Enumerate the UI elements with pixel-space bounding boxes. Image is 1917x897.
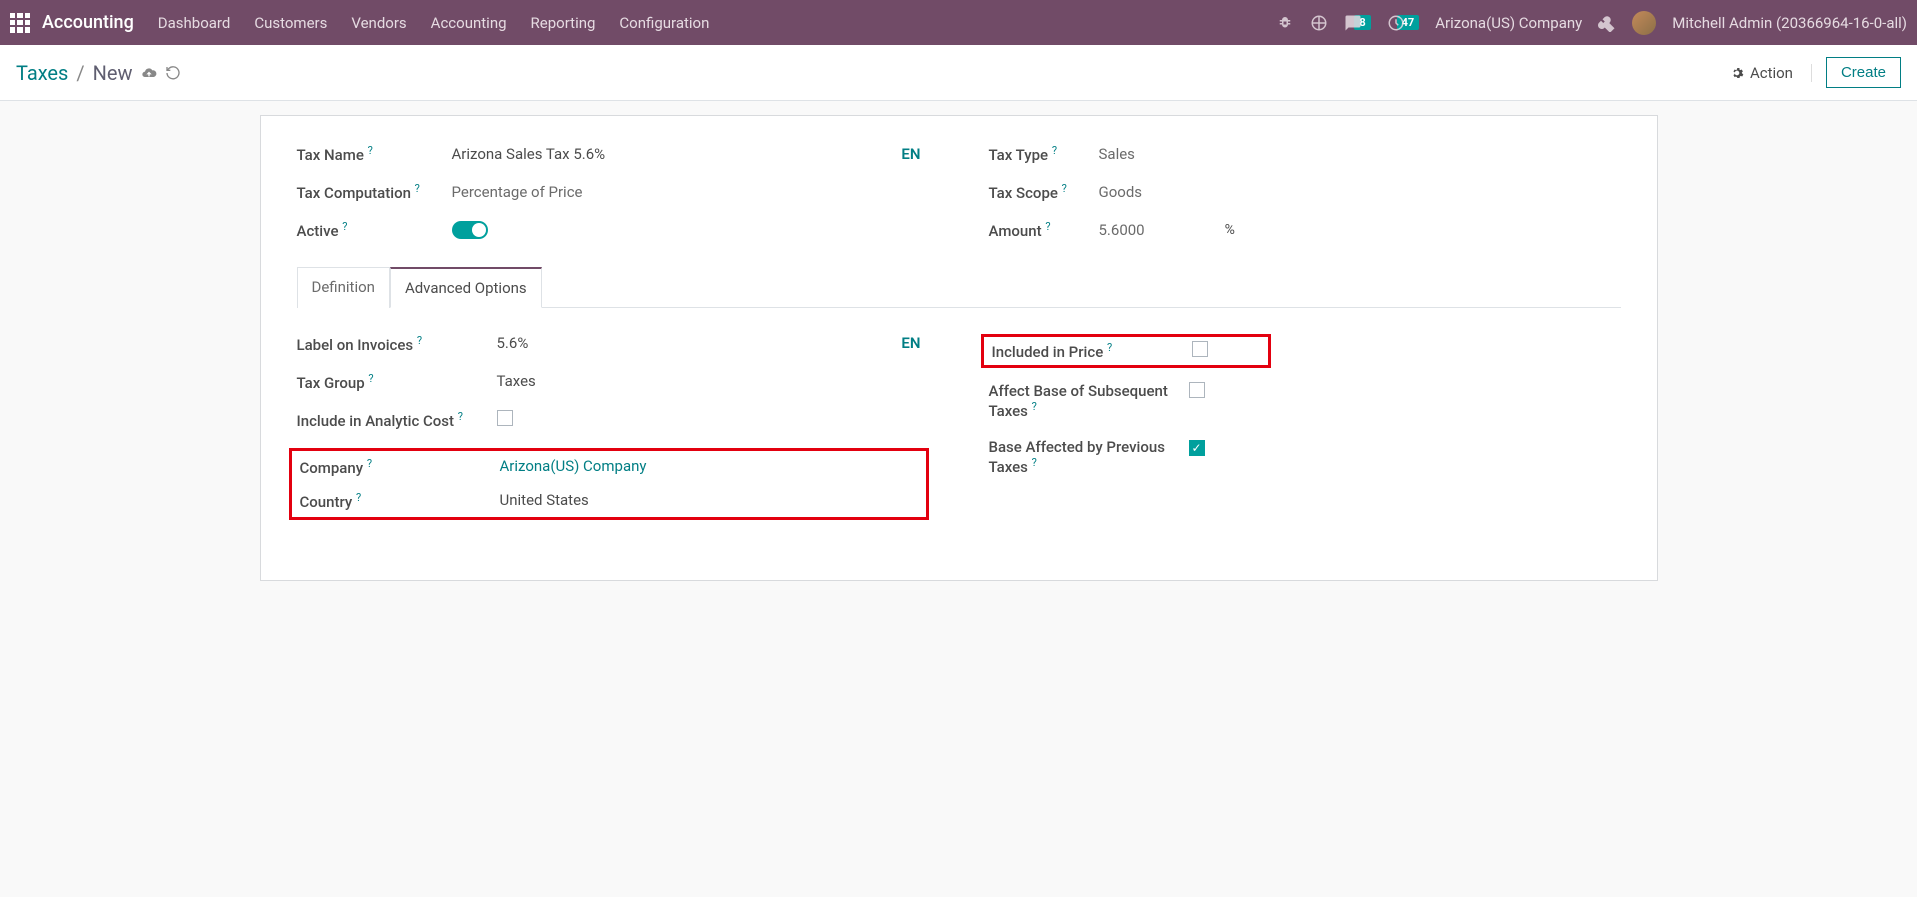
menu-vendors[interactable]: Vendors — [351, 14, 406, 32]
breadcrumb-parent[interactable]: Taxes — [16, 61, 68, 85]
menu-dashboard[interactable]: Dashboard — [158, 14, 231, 32]
action-button[interactable]: Action — [1730, 64, 1812, 82]
debug-icon[interactable] — [1276, 14, 1294, 32]
control-panel: Taxes / New Action Create — [0, 45, 1917, 101]
tax-computation-label: Tax Computation — [297, 184, 411, 202]
tax-scope-select[interactable]: Goods — [1099, 183, 1621, 201]
company-switcher[interactable]: Arizona(US) Company — [1435, 14, 1582, 32]
include-analytic-label: Include in Analytic Cost — [297, 412, 455, 430]
menu-accounting[interactable]: Accounting — [431, 14, 507, 32]
form-sheet: Tax Name ? Arizona Sales Tax 5.6% EN Tax… — [260, 115, 1658, 581]
breadcrumb-current: New — [93, 61, 133, 85]
tax-name-input[interactable]: Arizona Sales Tax 5.6% — [452, 145, 902, 163]
lang-badge-2[interactable]: EN — [901, 334, 920, 352]
included-price-checkbox[interactable] — [1192, 341, 1208, 357]
gear-icon — [1730, 66, 1744, 80]
label-invoices-label: Label on Invoices — [297, 336, 414, 354]
clock-icon[interactable] — [1387, 14, 1405, 32]
top-navbar: Accounting Dashboard Customers Vendors A… — [0, 0, 1917, 45]
breadcrumb: Taxes / New — [16, 61, 181, 85]
active-label: Active — [297, 222, 339, 240]
tax-type-label: Tax Type — [989, 146, 1049, 164]
include-analytic-checkbox[interactable] — [497, 410, 513, 426]
avatar[interactable] — [1632, 11, 1656, 35]
amount-label: Amount — [989, 222, 1042, 240]
active-toggle[interactable] — [452, 221, 488, 239]
tab-definition[interactable]: Definition — [297, 267, 390, 308]
menu-configuration[interactable]: Configuration — [619, 14, 709, 32]
tab-advanced-options[interactable]: Advanced Options — [390, 267, 542, 308]
apps-icon[interactable] — [10, 13, 30, 33]
company-link[interactable]: Arizona(US) Company — [500, 457, 918, 475]
panel-actions: Action Create — [1730, 57, 1901, 88]
amount-unit: % — [1225, 222, 1235, 238]
cloud-save-icon[interactable] — [141, 65, 157, 81]
amount-input[interactable]: 5.6000 — [1099, 221, 1145, 239]
tax-scope-label: Tax Scope — [989, 184, 1058, 202]
app-brand: Accounting — [42, 12, 134, 33]
country-select[interactable]: United States — [500, 491, 918, 509]
tax-group-label: Tax Group — [297, 374, 365, 392]
tools-icon[interactable] — [1598, 14, 1616, 32]
highlight-company-country: Company ? Arizona(US) Company Country ? … — [289, 448, 929, 520]
lang-badge[interactable]: EN — [901, 145, 920, 163]
create-button[interactable]: Create — [1826, 57, 1901, 88]
label-invoices-input[interactable]: 5.6% — [497, 334, 902, 352]
menu-customers[interactable]: Customers — [254, 14, 327, 32]
support-icon[interactable] — [1310, 14, 1328, 32]
navbar-right: 8 47 Arizona(US) Company Mitchell Admin … — [1276, 11, 1907, 35]
highlight-included-price: Included in Price ? — [981, 334, 1271, 368]
main-menu: Dashboard Customers Vendors Accounting R… — [158, 14, 710, 32]
country-label: Country — [300, 493, 353, 511]
tax-name-label: Tax Name — [297, 146, 364, 164]
messages-icon[interactable] — [1344, 14, 1362, 32]
affect-base-checkbox[interactable] — [1189, 382, 1205, 398]
base-affected-label: Base Affected by Previous Taxes — [989, 438, 1165, 476]
included-price-label: Included in Price — [992, 343, 1104, 361]
tax-computation-select[interactable]: Percentage of Price — [452, 183, 929, 201]
base-affected-checkbox[interactable]: ✓ — [1189, 440, 1205, 456]
tax-group-select[interactable]: Taxes — [497, 372, 929, 390]
menu-reporting[interactable]: Reporting — [531, 14, 596, 32]
tax-type-select[interactable]: Sales — [1099, 145, 1621, 163]
company-label: Company — [300, 459, 364, 477]
user-menu[interactable]: Mitchell Admin (20366964-16-0-all) — [1672, 14, 1907, 32]
discard-icon[interactable] — [165, 65, 181, 81]
tabs: Definition Advanced Options — [297, 266, 1621, 308]
affect-base-label: Affect Base of Subsequent Taxes — [989, 382, 1168, 420]
